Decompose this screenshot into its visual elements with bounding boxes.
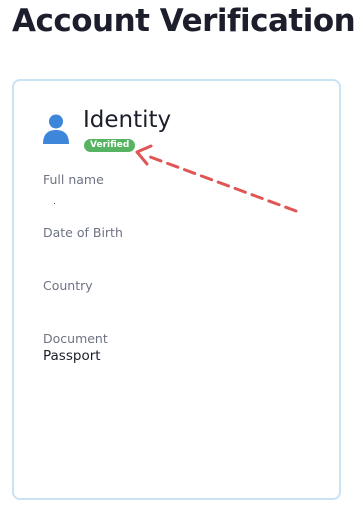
country-label: Country xyxy=(43,278,93,293)
status-badge: Verified xyxy=(84,139,136,152)
full-name-label: Full name xyxy=(43,172,104,187)
document-label: Document xyxy=(43,331,108,346)
date-of-birth-label: Date of Birth xyxy=(43,225,123,240)
section-title: Identity xyxy=(83,107,172,133)
identity-card: Identity Verified Full name Date of Birt… xyxy=(12,79,341,500)
page-title: Account Verification xyxy=(12,3,354,39)
document-value: Passport xyxy=(43,348,101,364)
full-name-placeholder-dot xyxy=(54,203,55,204)
user-icon xyxy=(43,114,69,144)
